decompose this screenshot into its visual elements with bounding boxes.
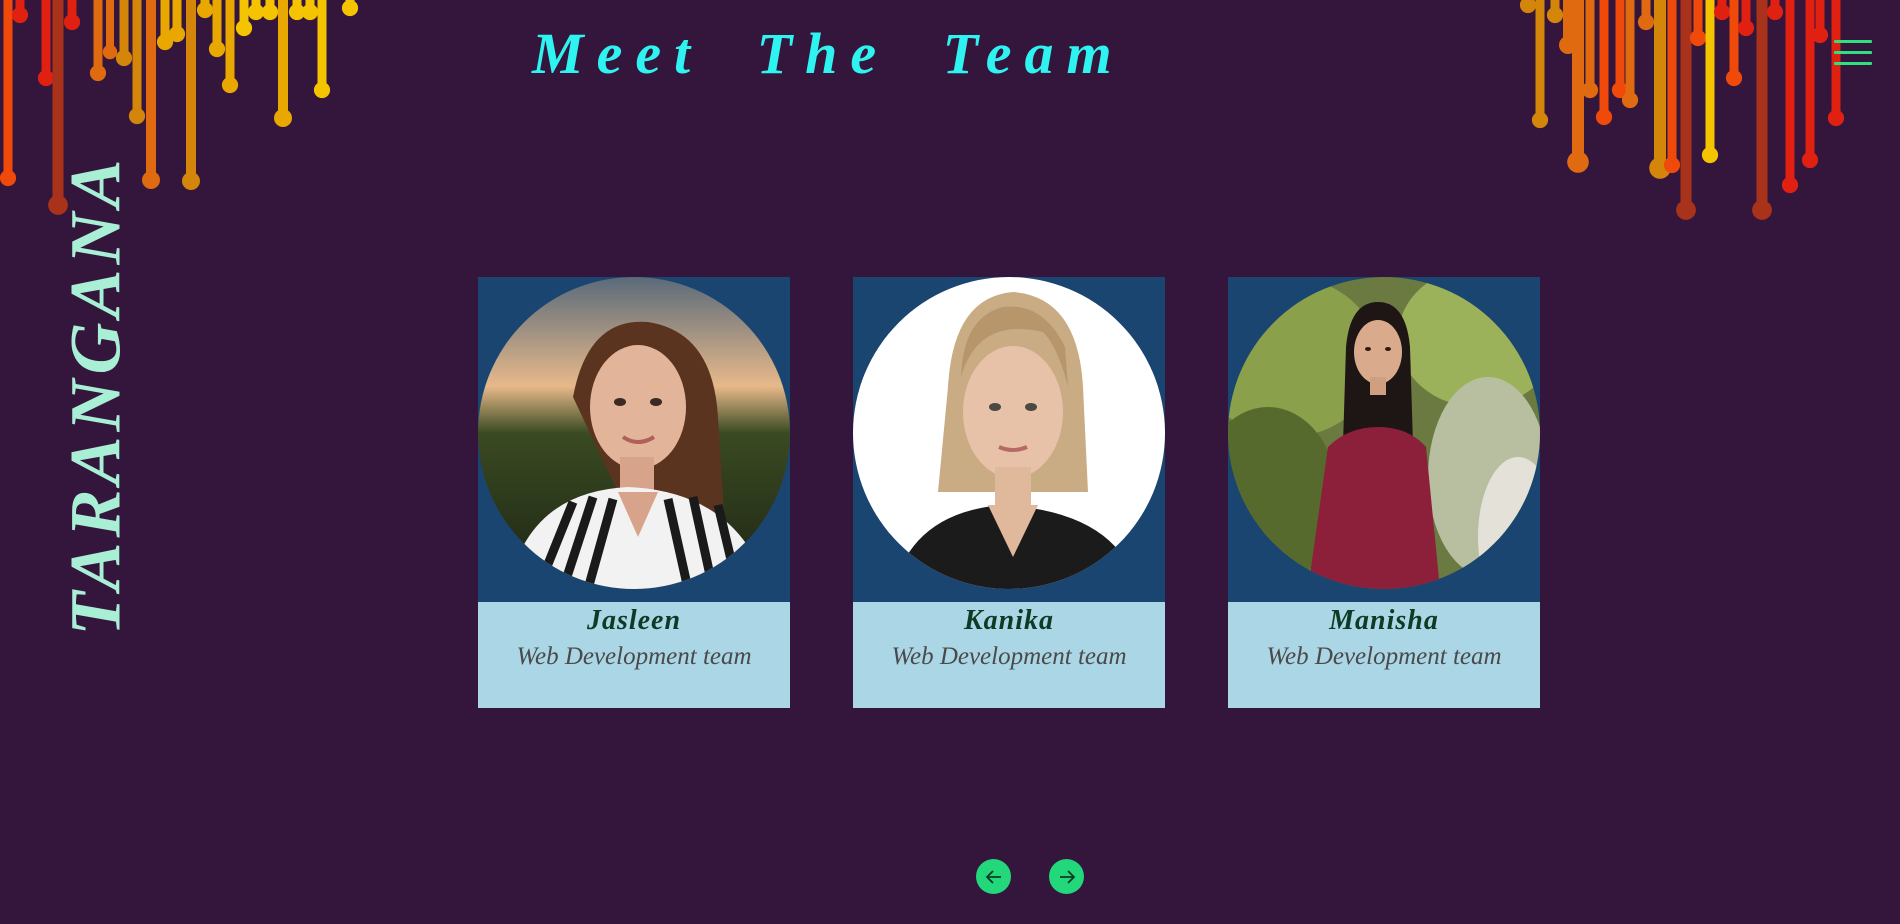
drip-drop (1801, 151, 1819, 169)
drip-drop (235, 19, 253, 37)
decorative-drips-right (1519, 0, 1845, 220)
drip-drop (1546, 6, 1564, 24)
next-button[interactable] (1049, 859, 1084, 894)
drip-bar (119, 0, 129, 58)
member-photo (853, 277, 1165, 589)
previous-button[interactable] (976, 859, 1011, 894)
drip-drop (247, 3, 265, 21)
drip-drop (1752, 200, 1772, 220)
arrow-left-icon (985, 869, 1001, 884)
drip-bar (106, 0, 114, 52)
drip-drop (89, 64, 107, 82)
member-team: Web Development team (891, 643, 1127, 670)
drip-drop (1676, 200, 1696, 220)
drip-drop (168, 25, 186, 43)
team-cards: Jasleen Web Development team Kanika Web … (478, 277, 1540, 708)
drip-bar (1585, 0, 1595, 90)
member-photo (478, 277, 790, 589)
drip-drop (128, 107, 146, 125)
arrow-right-icon (1059, 869, 1075, 884)
page-title: Meet The Team (532, 21, 1125, 86)
drip-drop (115, 49, 133, 67)
drip-drop (1519, 0, 1537, 14)
drip-drop (301, 3, 319, 21)
drip-drop (1811, 26, 1829, 44)
member-name: Kanika (963, 605, 1055, 636)
member-name: Jasleen (586, 605, 682, 636)
drip-drop (63, 13, 81, 31)
drip-bar (317, 0, 327, 90)
drip-bar (1535, 0, 1545, 120)
drip-drop (1581, 81, 1599, 99)
drip-bar (1729, 0, 1739, 78)
drip-bar (1756, 0, 1768, 210)
drip-drop (1621, 91, 1639, 109)
drip-bar (146, 0, 156, 180)
drip-drop (1567, 151, 1589, 173)
drip-bar (1625, 0, 1635, 100)
card-photo-area (853, 277, 1165, 602)
card-photo-area (478, 277, 790, 602)
drip-drop (1531, 111, 1549, 129)
card-info: Manisha Web Development team (1228, 602, 1540, 708)
drip-drop (341, 0, 359, 17)
brand-name: TARANGANA (55, 154, 136, 636)
drip-bar (93, 0, 103, 73)
drip-drop (274, 109, 292, 127)
drip-drop (1663, 156, 1681, 174)
drip-drop (182, 172, 200, 190)
drip-bar (1615, 0, 1625, 90)
drip-drop (1781, 176, 1799, 194)
drip-bar (132, 0, 142, 116)
drip-drop (102, 44, 118, 60)
drip-drop (221, 76, 239, 94)
team-card: Kanika Web Development team (853, 277, 1165, 708)
drip-drop (1827, 109, 1845, 127)
drip-drop (0, 169, 17, 187)
drip-drop (1595, 108, 1613, 126)
member-team: Web Development team (516, 643, 752, 670)
drip-bar (278, 0, 288, 118)
drip-drop (1725, 69, 1743, 87)
drip-bar (1680, 0, 1692, 210)
card-info: Kanika Web Development team (853, 602, 1165, 708)
drip-drop (261, 3, 279, 21)
card-info: Jasleen Web Development team (478, 602, 790, 708)
drip-bar (225, 0, 235, 85)
drip-drop (208, 40, 226, 58)
drip-bar (1667, 0, 1677, 165)
card-photo-area (1228, 277, 1540, 602)
member-photo (1228, 277, 1540, 589)
drip-bar (3, 0, 13, 178)
drip-bar (1654, 0, 1666, 168)
drip-drop (11, 6, 29, 24)
drip-bar (1705, 0, 1715, 155)
drip-drop (1737, 19, 1755, 37)
drip-drop (1713, 3, 1731, 21)
drip-bar (1785, 0, 1795, 185)
drip-drop (1637, 13, 1655, 31)
drip-bar (1572, 0, 1584, 162)
drip-drop (142, 171, 160, 189)
drip-drop (37, 69, 55, 87)
drip-drop (313, 81, 331, 99)
team-card: Jasleen Web Development team (478, 277, 790, 708)
drip-drop (196, 1, 214, 19)
drip-bar (1599, 0, 1609, 117)
drip-bar (1805, 0, 1815, 160)
drip-bar (41, 0, 51, 78)
drip-drop (1766, 3, 1784, 21)
member-name: Manisha (1329, 605, 1439, 636)
drip-drop (1689, 29, 1707, 47)
drip-drop (1701, 146, 1719, 164)
team-card: Manisha Web Development team (1228, 277, 1540, 708)
drip-bar (186, 0, 196, 181)
hamburger-menu-icon[interactable] (1834, 40, 1872, 70)
member-team: Web Development team (1266, 643, 1502, 670)
